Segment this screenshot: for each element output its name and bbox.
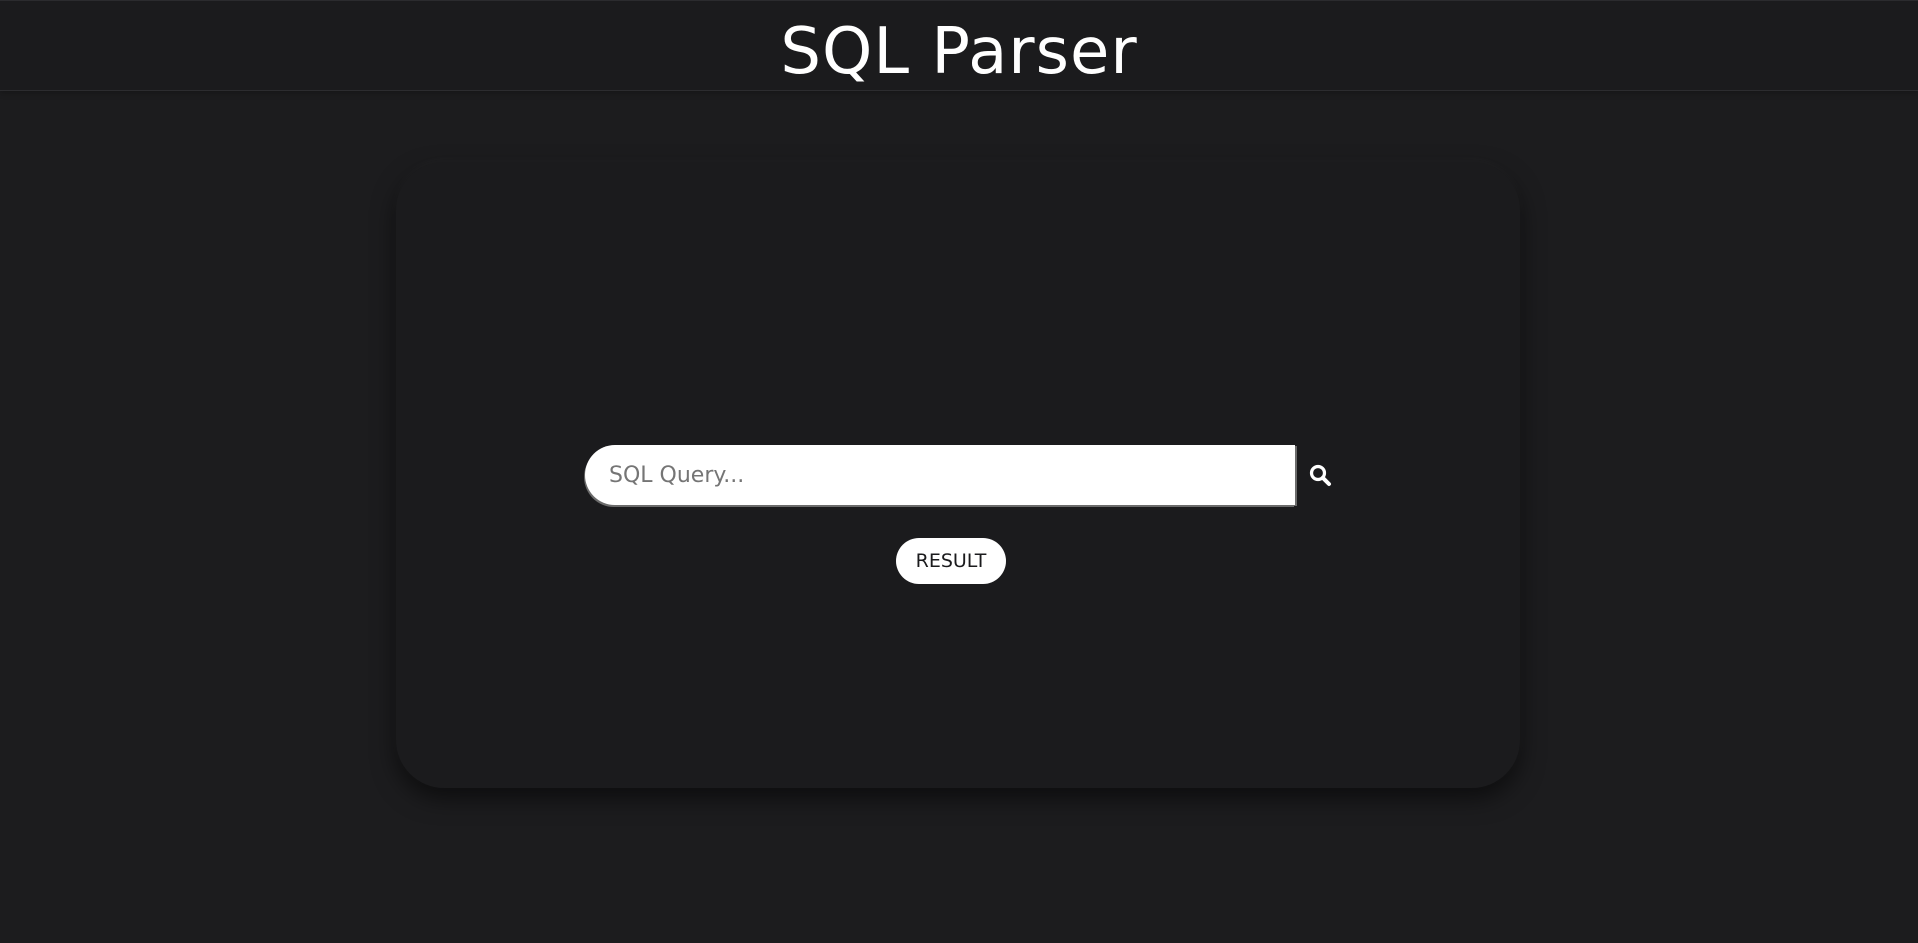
result-button[interactable]: RESULT [896, 538, 1006, 584]
search-button[interactable] [1303, 459, 1337, 493]
search-icon [1308, 463, 1332, 490]
app-header: SQL Parser [0, 0, 1918, 91]
page-title: SQL Parser [780, 14, 1138, 89]
parser-card: RESULT [396, 162, 1520, 788]
sql-query-input[interactable] [585, 445, 1295, 505]
query-search-row [585, 445, 1345, 505]
